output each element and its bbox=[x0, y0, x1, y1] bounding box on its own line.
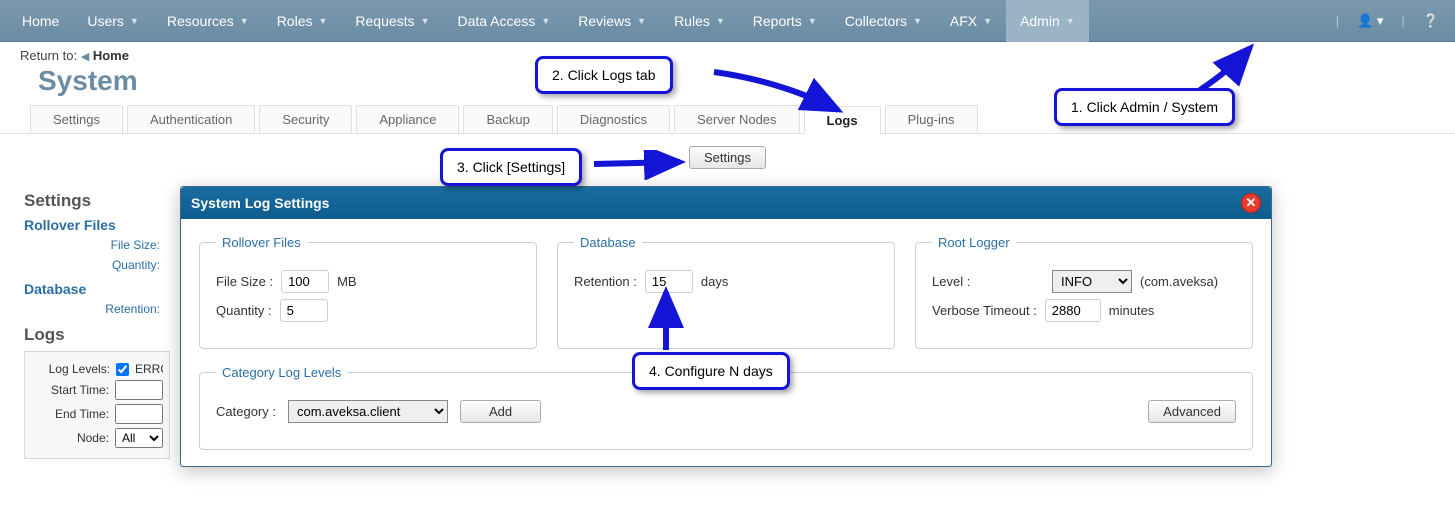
database-fieldset: Database Retention : days bbox=[557, 235, 895, 349]
sidebar-rollover-link[interactable]: Rollover Files bbox=[24, 217, 170, 233]
sidebar-settings-heading: Settings bbox=[24, 191, 170, 211]
root-logger-legend: Root Logger bbox=[932, 235, 1016, 250]
left-sidebar: Settings Rollover Files File Size: Quant… bbox=[0, 177, 178, 467]
tab-diagnostics[interactable]: Diagnostics bbox=[557, 105, 670, 133]
category-legend: Category Log Levels bbox=[216, 365, 347, 380]
advanced-button[interactable]: Advanced bbox=[1148, 400, 1236, 423]
verbose-input[interactable] bbox=[1045, 299, 1101, 322]
system-log-settings-dialog: System Log Settings ✕ Rollover Files Fil… bbox=[180, 186, 1272, 467]
sidebar-database-link[interactable]: Database bbox=[24, 281, 170, 297]
sidebar-retention-label: Retention: bbox=[24, 299, 170, 319]
rollover-fieldset: Rollover Files File Size : MB Quantity : bbox=[199, 235, 537, 349]
sidebar-logs-heading: Logs bbox=[24, 325, 170, 345]
verbose-label: Verbose Timeout : bbox=[932, 303, 1037, 318]
nav-users[interactable]: Users▼ bbox=[73, 0, 152, 42]
tab-appliance[interactable]: Appliance bbox=[356, 105, 459, 133]
database-legend: Database bbox=[574, 235, 642, 250]
filter-node-label: Node: bbox=[77, 431, 109, 445]
rollover-legend: Rollover Files bbox=[216, 235, 307, 250]
top-navbar: HomeUsers▼Resources▼Roles▼Requests▼Data … bbox=[0, 0, 1455, 42]
dialog-title-text: System Log Settings bbox=[191, 195, 329, 211]
filter-log-levels-label: Log Levels: bbox=[49, 362, 110, 376]
tab-security[interactable]: Security bbox=[259, 105, 352, 133]
chevron-down-icon: ▼ bbox=[716, 16, 725, 26]
chevron-down-icon: ▼ bbox=[1066, 16, 1075, 26]
chevron-down-icon: ▼ bbox=[913, 16, 922, 26]
page-title: System bbox=[0, 63, 1455, 105]
navbar-right: | 👤 ▾ | ❔ bbox=[1330, 13, 1447, 29]
quantity-input[interactable] bbox=[280, 299, 328, 322]
sidebar-file-size-label: File Size: bbox=[24, 235, 170, 255]
add-button[interactable]: Add bbox=[460, 400, 541, 423]
level-select[interactable]: INFO bbox=[1052, 270, 1132, 293]
nav-resources[interactable]: Resources▼ bbox=[153, 0, 263, 42]
callout-3: 3. Click [Settings] bbox=[440, 148, 582, 186]
chevron-down-icon: ▼ bbox=[421, 16, 430, 26]
level-suffix: (com.aveksa) bbox=[1140, 274, 1218, 289]
chevron-down-icon: ▼ bbox=[130, 16, 139, 26]
nav-afx[interactable]: AFX▼ bbox=[936, 0, 1006, 42]
callout-4: 4. Configure N days bbox=[632, 352, 790, 390]
chevron-down-icon: ▼ bbox=[808, 16, 817, 26]
tab-backup[interactable]: Backup bbox=[463, 105, 552, 133]
filter-end-time-input[interactable] bbox=[115, 404, 163, 424]
settings-button[interactable]: Settings bbox=[689, 146, 766, 169]
help-icon[interactable]: ❔ bbox=[1415, 13, 1447, 29]
file-size-input[interactable] bbox=[281, 270, 329, 293]
tab-plug-ins[interactable]: Plug-ins bbox=[885, 105, 978, 133]
chevron-down-icon: ▼ bbox=[541, 16, 550, 26]
nav-requests[interactable]: Requests▼ bbox=[341, 0, 443, 42]
tab-strip: SettingsAuthenticationSecurityApplianceB… bbox=[0, 105, 1455, 134]
logs-filter-box: Log Levels: ERROR Start Time: End Time: … bbox=[24, 351, 170, 459]
dialog-titlebar[interactable]: System Log Settings ✕ bbox=[181, 187, 1271, 219]
callout-1: 1. Click Admin / System bbox=[1054, 88, 1235, 126]
nav-separator: | bbox=[1395, 13, 1410, 28]
file-size-label: File Size : bbox=[216, 274, 273, 289]
filter-start-time-label: Start Time: bbox=[51, 383, 109, 397]
file-size-unit: MB bbox=[337, 274, 357, 289]
nav-rules[interactable]: Rules▼ bbox=[660, 0, 739, 42]
category-label: Category : bbox=[216, 404, 276, 419]
user-icon[interactable]: 👤 ▾ bbox=[1349, 13, 1391, 29]
nav-reviews[interactable]: Reviews▼ bbox=[564, 0, 660, 42]
nav-separator: | bbox=[1330, 13, 1345, 28]
chevron-down-icon: ▼ bbox=[983, 16, 992, 26]
dialog-close-icon[interactable]: ✕ bbox=[1241, 193, 1261, 213]
retention-label: Retention : bbox=[574, 274, 637, 289]
quantity-label: Quantity : bbox=[216, 303, 272, 318]
sidebar-quantity-label: Quantity: bbox=[24, 255, 170, 275]
level-label: Level : bbox=[932, 274, 1044, 289]
tab-settings[interactable]: Settings bbox=[30, 105, 123, 133]
callout-2: 2. Click Logs tab bbox=[535, 56, 673, 94]
nav-reports[interactable]: Reports▼ bbox=[739, 0, 831, 42]
tab-authentication[interactable]: Authentication bbox=[127, 105, 255, 133]
filter-log-levels-checkbox[interactable] bbox=[116, 363, 129, 376]
nav-roles[interactable]: Roles▼ bbox=[263, 0, 342, 42]
nav-admin[interactable]: Admin▼ bbox=[1006, 0, 1089, 42]
nav-collectors[interactable]: Collectors▼ bbox=[831, 0, 936, 42]
category-select[interactable]: com.aveksa.client bbox=[288, 400, 448, 423]
chevron-down-icon: ▼ bbox=[318, 16, 327, 26]
breadcrumb-prefix: Return to: bbox=[20, 48, 77, 63]
retention-input[interactable] bbox=[645, 270, 693, 293]
tab-server-nodes[interactable]: Server Nodes bbox=[674, 105, 799, 133]
breadcrumb: Return to: ◀ Home bbox=[0, 42, 1455, 63]
filter-end-time-label: End Time: bbox=[55, 407, 109, 421]
root-logger-fieldset: Root Logger Level : INFO (com.aveksa) Ve… bbox=[915, 235, 1253, 349]
chevron-down-icon: ▼ bbox=[637, 16, 646, 26]
nav-home[interactable]: Home bbox=[8, 0, 73, 42]
tab-logs[interactable]: Logs bbox=[804, 106, 881, 134]
nav-data-access[interactable]: Data Access▼ bbox=[443, 0, 564, 42]
filter-node-select[interactable]: All bbox=[115, 428, 163, 448]
retention-unit: days bbox=[701, 274, 728, 289]
breadcrumb-home-link[interactable]: Home bbox=[93, 48, 129, 63]
verbose-unit: minutes bbox=[1109, 303, 1155, 318]
chevron-down-icon: ▼ bbox=[240, 16, 249, 26]
settings-button-row: Settings bbox=[0, 134, 1455, 177]
breadcrumb-back-icon[interactable]: ◀ bbox=[81, 51, 89, 63]
filter-start-time-input[interactable] bbox=[115, 380, 163, 400]
filter-log-levels-value: ERROR bbox=[135, 362, 163, 376]
